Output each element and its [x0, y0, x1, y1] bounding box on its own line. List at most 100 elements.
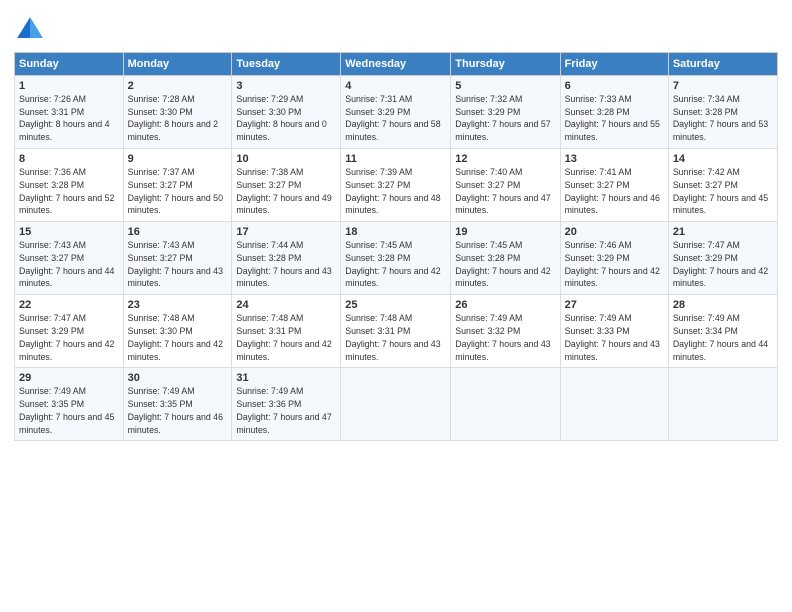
day-number: 6 [565, 79, 664, 94]
day-number: 7 [673, 79, 773, 94]
day-number: 5 [455, 79, 555, 94]
day-cell: 25Sunrise: 7:48 AMSunset: 3:31 PMDayligh… [341, 295, 451, 368]
day-number: 1 [19, 79, 119, 94]
day-info: Sunrise: 7:37 AMSunset: 3:27 PMDaylight:… [128, 167, 223, 215]
day-cell: 3Sunrise: 7:29 AMSunset: 3:30 PMDaylight… [232, 76, 341, 149]
col-header-monday: Monday [123, 53, 232, 76]
day-number: 24 [236, 298, 336, 313]
day-info: Sunrise: 7:46 AMSunset: 3:29 PMDaylight:… [565, 240, 660, 288]
day-number: 13 [565, 152, 664, 167]
day-number: 8 [19, 152, 119, 167]
day-number: 20 [565, 225, 664, 240]
day-number: 16 [128, 225, 228, 240]
day-number: 18 [345, 225, 446, 240]
day-number: 15 [19, 225, 119, 240]
day-number: 9 [128, 152, 228, 167]
col-header-sunday: Sunday [15, 53, 124, 76]
week-row-4: 22Sunrise: 7:47 AMSunset: 3:29 PMDayligh… [15, 295, 778, 368]
day-info: Sunrise: 7:43 AMSunset: 3:27 PMDaylight:… [19, 240, 114, 288]
day-info: Sunrise: 7:45 AMSunset: 3:28 PMDaylight:… [345, 240, 440, 288]
logo-icon [14, 14, 46, 46]
day-number: 2 [128, 79, 228, 94]
col-header-wednesday: Wednesday [341, 53, 451, 76]
day-info: Sunrise: 7:41 AMSunset: 3:27 PMDaylight:… [565, 167, 660, 215]
day-cell: 10Sunrise: 7:38 AMSunset: 3:27 PMDayligh… [232, 149, 341, 222]
day-cell: 28Sunrise: 7:49 AMSunset: 3:34 PMDayligh… [668, 295, 777, 368]
day-number: 11 [345, 152, 446, 167]
day-info: Sunrise: 7:28 AMSunset: 3:30 PMDaylight:… [128, 94, 218, 142]
day-info: Sunrise: 7:49 AMSunset: 3:36 PMDaylight:… [236, 386, 331, 434]
day-number: 4 [345, 79, 446, 94]
day-cell: 29Sunrise: 7:49 AMSunset: 3:35 PMDayligh… [15, 368, 124, 441]
day-number: 23 [128, 298, 228, 313]
day-info: Sunrise: 7:39 AMSunset: 3:27 PMDaylight:… [345, 167, 440, 215]
day-info: Sunrise: 7:47 AMSunset: 3:29 PMDaylight:… [19, 313, 114, 361]
day-number: 12 [455, 152, 555, 167]
day-cell: 13Sunrise: 7:41 AMSunset: 3:27 PMDayligh… [560, 149, 668, 222]
day-cell [560, 368, 668, 441]
day-number: 27 [565, 298, 664, 313]
day-number: 29 [19, 371, 119, 386]
day-info: Sunrise: 7:26 AMSunset: 3:31 PMDaylight:… [19, 94, 109, 142]
day-cell: 20Sunrise: 7:46 AMSunset: 3:29 PMDayligh… [560, 222, 668, 295]
day-info: Sunrise: 7:36 AMSunset: 3:28 PMDaylight:… [19, 167, 114, 215]
day-number: 26 [455, 298, 555, 313]
day-info: Sunrise: 7:49 AMSunset: 3:34 PMDaylight:… [673, 313, 768, 361]
col-header-friday: Friday [560, 53, 668, 76]
calendar-table: SundayMondayTuesdayWednesdayThursdayFrid… [14, 52, 778, 441]
day-cell [341, 368, 451, 441]
day-info: Sunrise: 7:48 AMSunset: 3:30 PMDaylight:… [128, 313, 223, 361]
day-info: Sunrise: 7:49 AMSunset: 3:35 PMDaylight:… [128, 386, 223, 434]
day-cell: 31Sunrise: 7:49 AMSunset: 3:36 PMDayligh… [232, 368, 341, 441]
day-number: 22 [19, 298, 119, 313]
day-cell: 9Sunrise: 7:37 AMSunset: 3:27 PMDaylight… [123, 149, 232, 222]
col-header-thursday: Thursday [451, 53, 560, 76]
day-number: 19 [455, 225, 555, 240]
day-cell [668, 368, 777, 441]
day-cell [451, 368, 560, 441]
day-cell: 30Sunrise: 7:49 AMSunset: 3:35 PMDayligh… [123, 368, 232, 441]
day-cell: 26Sunrise: 7:49 AMSunset: 3:32 PMDayligh… [451, 295, 560, 368]
day-cell: 4Sunrise: 7:31 AMSunset: 3:29 PMDaylight… [341, 76, 451, 149]
day-cell: 21Sunrise: 7:47 AMSunset: 3:29 PMDayligh… [668, 222, 777, 295]
day-info: Sunrise: 7:48 AMSunset: 3:31 PMDaylight:… [236, 313, 331, 361]
day-info: Sunrise: 7:40 AMSunset: 3:27 PMDaylight:… [455, 167, 550, 215]
day-number: 25 [345, 298, 446, 313]
day-info: Sunrise: 7:32 AMSunset: 3:29 PMDaylight:… [455, 94, 550, 142]
day-info: Sunrise: 7:43 AMSunset: 3:27 PMDaylight:… [128, 240, 223, 288]
header [14, 10, 778, 46]
day-cell: 27Sunrise: 7:49 AMSunset: 3:33 PMDayligh… [560, 295, 668, 368]
day-number: 14 [673, 152, 773, 167]
day-info: Sunrise: 7:47 AMSunset: 3:29 PMDaylight:… [673, 240, 768, 288]
day-info: Sunrise: 7:29 AMSunset: 3:30 PMDaylight:… [236, 94, 326, 142]
day-cell: 7Sunrise: 7:34 AMSunset: 3:28 PMDaylight… [668, 76, 777, 149]
day-info: Sunrise: 7:49 AMSunset: 3:35 PMDaylight:… [19, 386, 114, 434]
header-row: SundayMondayTuesdayWednesdayThursdayFrid… [15, 53, 778, 76]
week-row-5: 29Sunrise: 7:49 AMSunset: 3:35 PMDayligh… [15, 368, 778, 441]
day-cell: 16Sunrise: 7:43 AMSunset: 3:27 PMDayligh… [123, 222, 232, 295]
day-cell: 23Sunrise: 7:48 AMSunset: 3:30 PMDayligh… [123, 295, 232, 368]
day-number: 28 [673, 298, 773, 313]
week-row-2: 8Sunrise: 7:36 AMSunset: 3:28 PMDaylight… [15, 149, 778, 222]
day-number: 31 [236, 371, 336, 386]
day-info: Sunrise: 7:42 AMSunset: 3:27 PMDaylight:… [673, 167, 768, 215]
day-info: Sunrise: 7:31 AMSunset: 3:29 PMDaylight:… [345, 94, 440, 142]
day-info: Sunrise: 7:33 AMSunset: 3:28 PMDaylight:… [565, 94, 660, 142]
day-number: 30 [128, 371, 228, 386]
day-number: 3 [236, 79, 336, 94]
day-number: 10 [236, 152, 336, 167]
logo [14, 14, 50, 46]
page: SundayMondayTuesdayWednesdayThursdayFrid… [0, 0, 792, 612]
day-cell: 2Sunrise: 7:28 AMSunset: 3:30 PMDaylight… [123, 76, 232, 149]
day-cell: 17Sunrise: 7:44 AMSunset: 3:28 PMDayligh… [232, 222, 341, 295]
day-cell: 8Sunrise: 7:36 AMSunset: 3:28 PMDaylight… [15, 149, 124, 222]
day-number: 21 [673, 225, 773, 240]
day-cell: 24Sunrise: 7:48 AMSunset: 3:31 PMDayligh… [232, 295, 341, 368]
day-cell: 22Sunrise: 7:47 AMSunset: 3:29 PMDayligh… [15, 295, 124, 368]
col-header-tuesday: Tuesday [232, 53, 341, 76]
day-cell: 5Sunrise: 7:32 AMSunset: 3:29 PMDaylight… [451, 76, 560, 149]
day-cell: 1Sunrise: 7:26 AMSunset: 3:31 PMDaylight… [15, 76, 124, 149]
day-cell: 12Sunrise: 7:40 AMSunset: 3:27 PMDayligh… [451, 149, 560, 222]
day-info: Sunrise: 7:34 AMSunset: 3:28 PMDaylight:… [673, 94, 768, 142]
day-cell: 11Sunrise: 7:39 AMSunset: 3:27 PMDayligh… [341, 149, 451, 222]
